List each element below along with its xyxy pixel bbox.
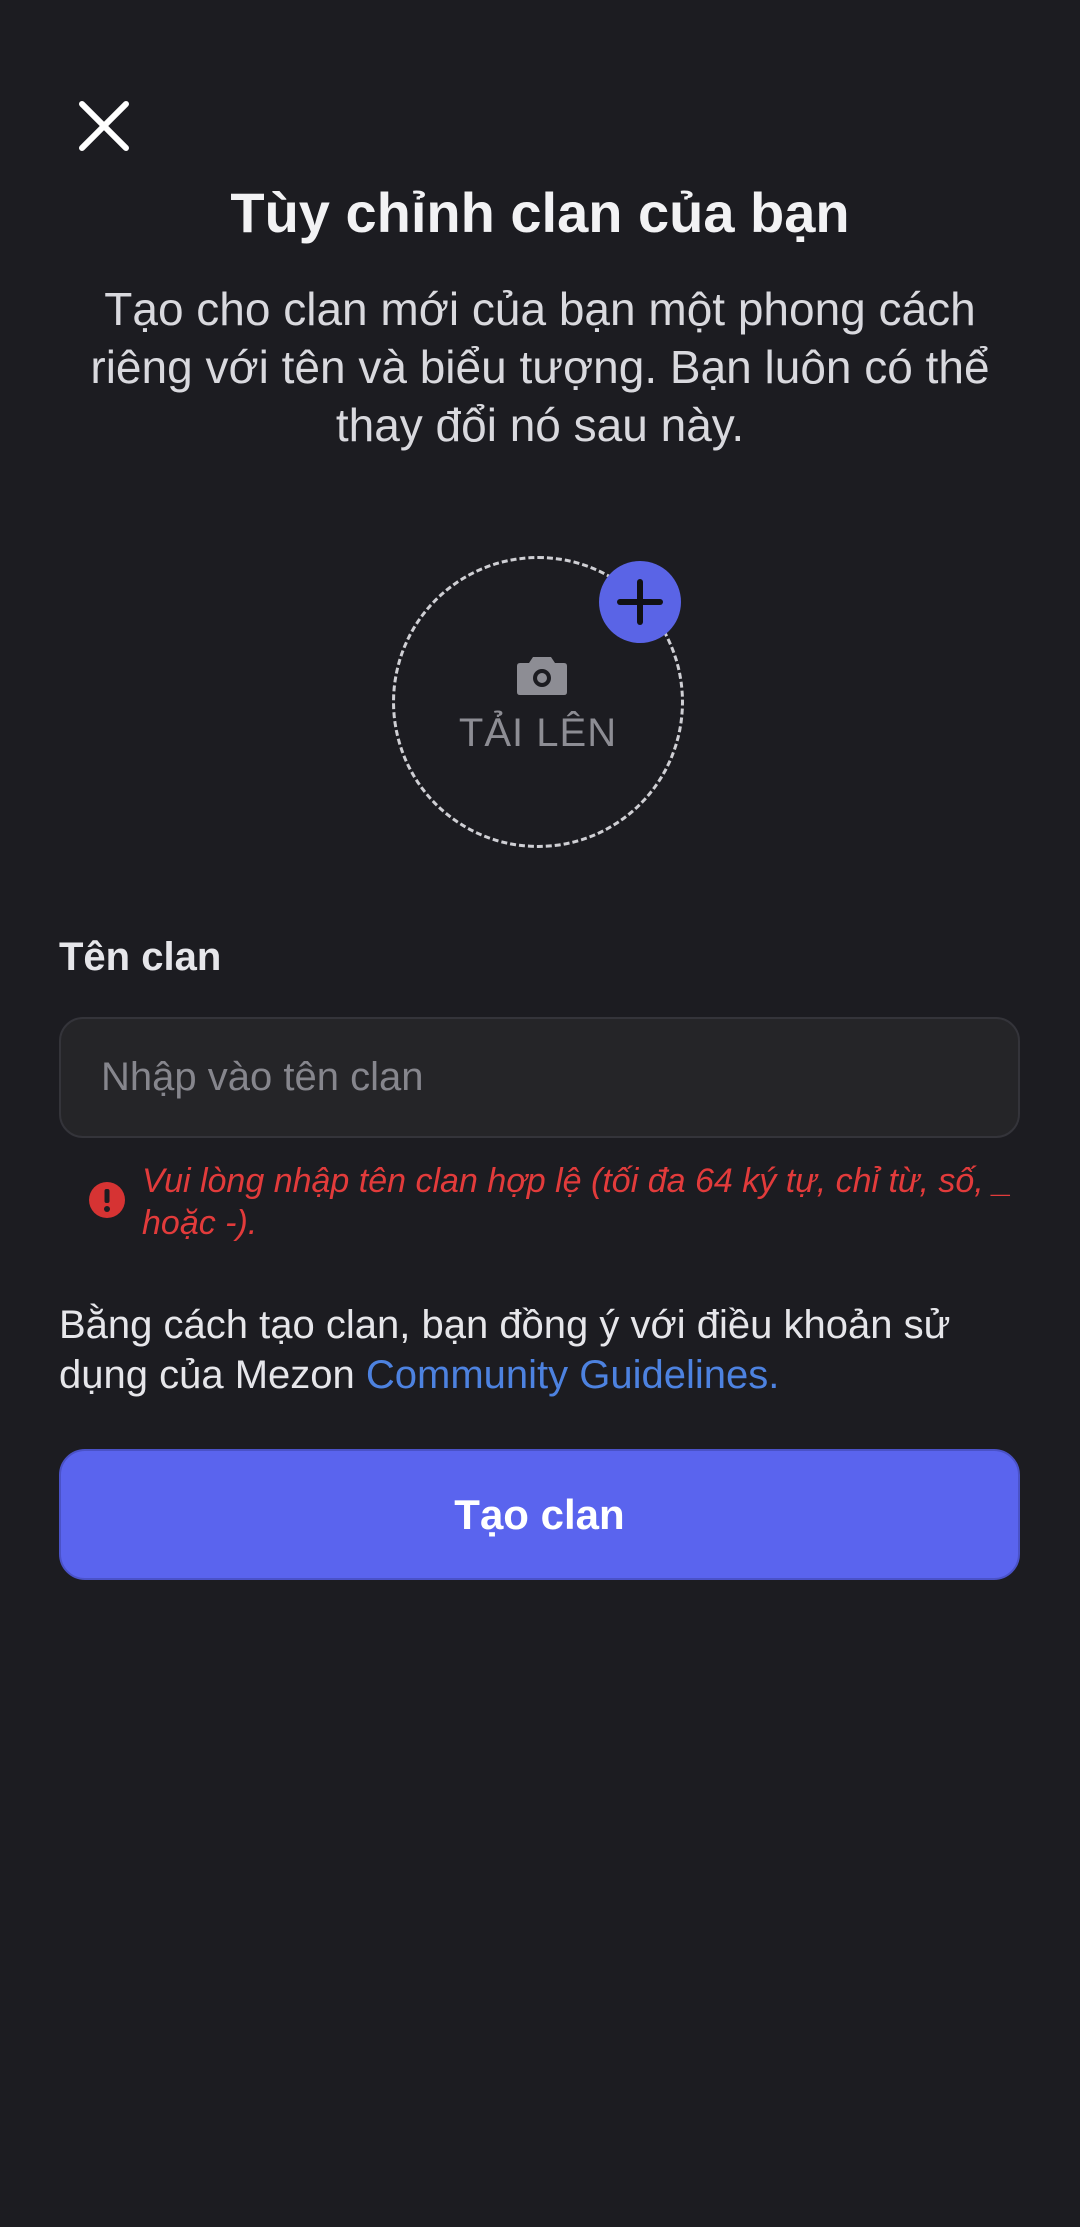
page-subtitle: Tạo cho clan mới của bạn một phong cách …	[90, 283, 990, 451]
upload-label: TẢI LÊN	[458, 711, 618, 755]
page-title: Tùy chỉnh clan của bạn	[230, 181, 850, 244]
clan-name-label: Tên clan	[59, 935, 222, 979]
close-button[interactable]	[73, 95, 135, 157]
error-message: Vui lòng nhập tên clan hợp lệ (tối đa 64…	[142, 1162, 1013, 1242]
create-clan-button[interactable]: Tạo clan	[59, 1449, 1020, 1580]
error-circle-icon	[88, 1181, 126, 1219]
close-icon	[79, 101, 129, 151]
community-guidelines-link[interactable]: Community Guidelines.	[366, 1353, 780, 1397]
clan-name-input[interactable]	[59, 1017, 1020, 1138]
add-avatar-button[interactable]	[599, 561, 681, 643]
camera-icon	[516, 655, 568, 695]
plus-icon	[617, 579, 663, 625]
terms-notice: Bằng cách tạo clan, bạn đồng ý với điều …	[59, 1300, 1020, 1400]
